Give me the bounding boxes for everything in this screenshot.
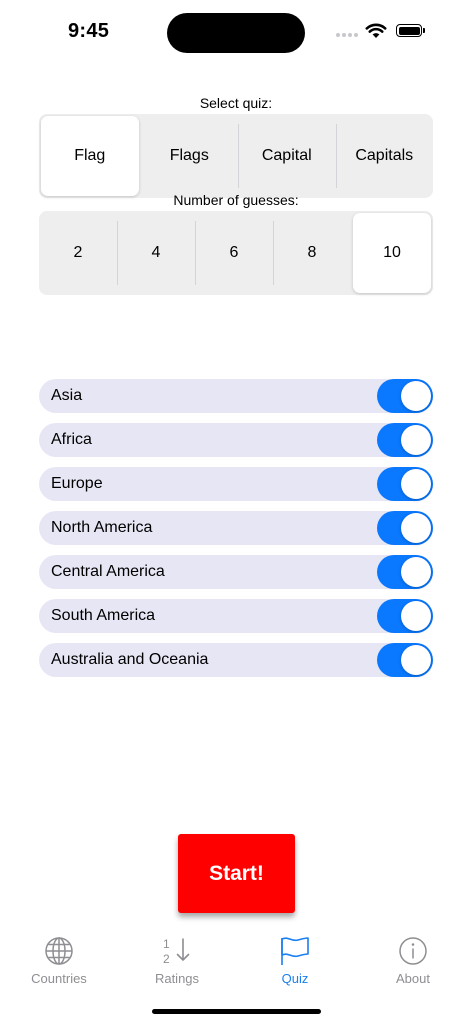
region-row-central-america: Central America <box>39 555 433 589</box>
flag-icon <box>281 937 309 965</box>
region-toggle-south-america[interactable] <box>377 599 433 633</box>
guesses-option-8[interactable]: 8 <box>273 211 351 295</box>
tab-label: About <box>396 971 430 986</box>
toggle-knob <box>401 557 431 587</box>
toggle-knob <box>401 425 431 455</box>
region-label: South America <box>51 607 156 624</box>
status-time: 9:45 <box>68 20 110 42</box>
region-row-south-america: South America <box>39 599 433 633</box>
guesses-option-4[interactable]: 4 <box>117 211 195 295</box>
toggle-knob <box>401 381 431 411</box>
guesses-option-10[interactable]: 10 <box>353 213 431 293</box>
guesses-segmented-control: 2 4 6 8 10 <box>39 211 433 295</box>
region-label: Australia and Oceania <box>51 651 209 668</box>
quiz-option-flags[interactable]: Flags <box>141 114 239 198</box>
tab-quiz[interactable]: Quiz <box>236 930 354 990</box>
quiz-option-capital[interactable]: Capital <box>238 114 336 198</box>
tab-about[interactable]: About <box>354 930 472 990</box>
region-toggle-list: Asia Africa Europe North America Central… <box>39 379 433 687</box>
wifi-icon <box>365 23 387 38</box>
region-label: Europe <box>51 475 103 492</box>
region-row-africa: Africa <box>39 423 433 457</box>
region-row-asia: Asia <box>39 379 433 413</box>
toggle-knob <box>401 513 431 543</box>
region-label: Asia <box>51 387 83 404</box>
quiz-option-flag[interactable]: Flag <box>41 116 139 196</box>
quiz-type-segmented-control: Flag Flags Capital Capitals <box>39 114 433 198</box>
home-indicator <box>152 1009 321 1014</box>
select-quiz-label: Select quiz: <box>199 95 273 111</box>
toggle-knob <box>401 601 431 631</box>
toggle-knob <box>401 645 431 675</box>
tab-countries[interactable]: Countries <box>0 930 118 990</box>
info-icon <box>399 937 427 965</box>
region-toggle-north-america[interactable] <box>377 511 433 545</box>
guesses-option-6[interactable]: 6 <box>195 211 273 295</box>
tab-label: Countries <box>31 971 87 986</box>
region-label: Africa <box>51 431 92 448</box>
dynamic-island <box>167 13 305 53</box>
toggle-knob <box>401 469 431 499</box>
tab-ratings[interactable]: 1 2 Ratings <box>118 930 236 990</box>
region-row-australia-oceania: Australia and Oceania <box>39 643 433 677</box>
ratings-icon-number: 2 <box>163 952 170 966</box>
region-label: North America <box>51 519 153 536</box>
tab-label: Quiz <box>281 971 309 986</box>
start-button[interactable]: Start! <box>178 834 295 913</box>
ratings-icon-number: 1 <box>163 937 170 951</box>
globe-icon <box>45 937 73 965</box>
region-toggle-europe[interactable] <box>377 467 433 501</box>
region-toggle-asia[interactable] <box>377 379 433 413</box>
region-row-europe: Europe <box>39 467 433 501</box>
sort-ratings-icon: 1 2 <box>163 937 190 966</box>
region-toggle-africa[interactable] <box>377 423 433 457</box>
guesses-option-2[interactable]: 2 <box>39 211 117 295</box>
battery-icon <box>396 24 425 37</box>
region-toggle-central-america[interactable] <box>377 555 433 589</box>
region-row-north-america: North America <box>39 511 433 545</box>
region-toggle-australia-oceania[interactable] <box>377 643 433 677</box>
tab-bar: Countries 1 2 Ratings Quiz About <box>0 930 472 990</box>
quiz-option-capitals[interactable]: Capitals <box>335 114 434 198</box>
region-label: Central America <box>51 563 165 580</box>
tab-label: Ratings <box>154 971 200 986</box>
cellular-signal-icon <box>336 33 358 37</box>
number-of-guesses-label: Number of guesses: <box>173 192 299 208</box>
